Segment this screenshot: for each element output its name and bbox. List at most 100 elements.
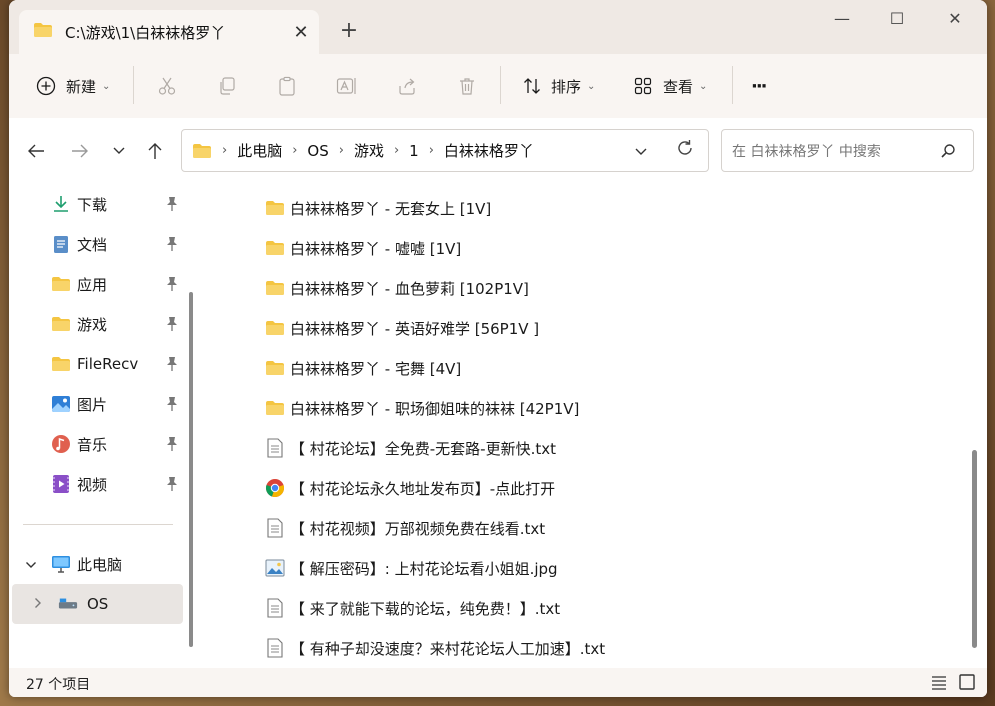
list-item[interactable]: 【 解压密码】: 上村花论坛看小姐姐.jpg [264,548,558,588]
paste-button[interactable] [276,68,298,104]
sidebar-item-pictures[interactable]: 图片 [9,384,184,424]
breadcrumb-current[interactable]: 白袜袜格罗丫 [444,140,534,161]
large-icons-view-button[interactable] [958,673,976,691]
sidebar-item-downloads[interactable]: 下载 [9,184,184,224]
chevron-down-icon: ⌄ [699,80,708,92]
list-item[interactable]: 白袜袜格罗丫 - 血色萝莉 [102P1V] [264,268,529,308]
sidebar-item-videos[interactable]: 视频 [9,464,184,504]
file-list-scrollbar[interactable] [972,450,977,648]
rename-button[interactable] [336,68,358,104]
chevron-down-icon [113,147,125,154]
list-item[interactable]: 白袜袜格罗丫 - 英语好难学 [56P1V ] [264,308,539,348]
copy-icon [216,75,238,97]
cut-button[interactable] [156,68,178,104]
tab-close-button[interactable]: ✕ [283,22,319,43]
text-file-icon [264,638,286,658]
address-bar[interactable]: › 此电脑 › OS › 游戏 › 1 › 白袜袜格罗丫 [181,129,709,172]
command-bar: 新建 ⌄ 排序 ⌄ 查看 ⌄ ··· [9,54,987,118]
refresh-button[interactable] [676,139,694,161]
image-file-icon [264,558,286,578]
delete-button[interactable] [456,68,478,104]
list-item[interactable]: 【 村花论坛】全免费-无套路-更新快.txt [264,428,556,468]
breadcrumb-this-pc[interactable]: 此电脑 [237,140,282,161]
sidebar-item-this-pc[interactable]: 此电脑 [9,544,184,584]
arrow-right-icon [72,144,88,158]
chevron-right-icon[interactable] [34,595,42,613]
forward-button[interactable] [65,136,95,166]
maximize-button[interactable]: ☐ [869,4,925,34]
sidebar-item-label: 音乐 [77,435,108,454]
sidebar-item-os-drive[interactable]: OS [12,584,183,624]
pin-icon [165,196,179,212]
pin-icon [165,436,179,452]
list-item[interactable]: 【 有种子却没速度？来村花论坛人工加速】.txt [264,628,605,668]
close-window-button[interactable]: ✕ [927,4,983,34]
list-item[interactable]: 【 来了就能下载的论坛，纯免费！】.txt [264,588,560,628]
list-item[interactable]: 【 村花视频】万部视频免费在线看.txt [264,508,545,548]
more-options-button[interactable]: ··· [751,68,767,104]
file-name: 【 解压密码】: 上村花论坛看小姐姐.jpg [290,559,558,578]
chevron-right-icon: › [393,143,400,158]
sidebar-item-label: 文档 [77,235,108,254]
chevron-down-icon [635,148,647,155]
share-button[interactable] [396,68,418,104]
recent-locations-button[interactable] [104,136,134,166]
sidebar-item-label: 图片 [77,395,108,414]
refresh-icon [678,140,692,155]
chevron-down-icon: ⌄ [587,80,596,92]
file-name: 白袜袜格罗丫 - 宅舞 [4V] [290,359,462,378]
sidebar-item-filerecv[interactable]: FileRecv [9,344,184,384]
video-icon [51,474,71,494]
sidebar-item-documents[interactable]: 文档 [9,224,184,264]
sidebar-item-label: 此电脑 [77,555,123,574]
search-input[interactable]: 在 白袜袜格罗丫 中搜索 [732,141,881,161]
new-button[interactable]: 新建 ⌄ [35,68,110,104]
folder-icon [264,198,286,218]
minimize-button[interactable]: — [814,4,870,34]
drive-icon [58,594,78,614]
toolbar-divider [133,66,134,104]
pictures-icon [51,394,71,414]
sidebar-item-music[interactable]: 音乐 [9,424,184,464]
sidebar-item-label: 视频 [77,475,108,494]
sidebar-item-apps[interactable]: 应用 [9,264,184,304]
list-item[interactable]: 白袜袜格罗丫 - 职场御姐味的袜袜 [42P1V] [264,388,579,428]
breadcrumb-os[interactable]: OS [307,142,328,160]
sort-button[interactable]: 排序 ⌄ [521,68,595,104]
file-name: 【 村花论坛】全免费-无套路-更新快.txt [290,439,557,458]
list-view-icon [932,676,946,690]
file-name: 白袜袜格罗丫 - 职场御姐味的袜袜 [42P1V] [290,399,580,418]
file-list: 白袜袜格罗丫 - 无套女上 [1V] 白袜袜格罗丫 - 嘘嘘 [1V] 白袜袜格… [194,182,987,668]
view-button[interactable]: 查看 ⌄ [632,68,707,104]
file-name: 白袜袜格罗丫 - 嘘嘘 [1V] [290,239,462,258]
tab-current[interactable]: C:\游戏\1\白袜袜格罗丫 ✕ [19,10,319,54]
chevron-down-icon[interactable] [25,555,37,573]
breadcrumb-1[interactable]: 1 [409,142,419,160]
breadcrumb-games[interactable]: 游戏 [354,140,384,161]
list-item[interactable]: 【 村花论坛永久地址发布页】-点此打开 [264,468,555,508]
back-button[interactable] [21,136,51,166]
folder-icon [264,238,286,258]
music-icon [51,434,71,454]
pin-icon [165,356,179,372]
file-name: 【 有种子却没速度？来村花论坛人工加速】.txt [290,639,606,658]
address-dropdown-button[interactable] [634,143,648,161]
copy-button[interactable] [216,68,238,104]
details-view-button[interactable] [930,673,948,691]
text-file-icon [264,438,286,458]
folder-icon [51,354,71,374]
up-button[interactable] [140,136,170,166]
toolbar-divider [500,66,501,104]
document-icon [51,234,71,254]
list-item[interactable]: 白袜袜格罗丫 - 无套女上 [1V] [264,188,491,228]
search-icon[interactable] [940,143,956,163]
sidebar-item-games[interactable]: 游戏 [9,304,184,344]
new-tab-button[interactable]: + [334,16,364,46]
list-item[interactable]: 白袜袜格罗丫 - 宅舞 [4V] [264,348,461,388]
chevron-right-icon: › [428,143,434,158]
sidebar-scrollbar[interactable] [189,292,193,647]
folder-icon [264,398,286,418]
search-box[interactable]: 在 白袜袜格罗丫 中搜索 [721,129,974,172]
folder-icon [192,143,212,159]
list-item[interactable]: 白袜袜格罗丫 - 嘘嘘 [1V] [264,228,461,268]
